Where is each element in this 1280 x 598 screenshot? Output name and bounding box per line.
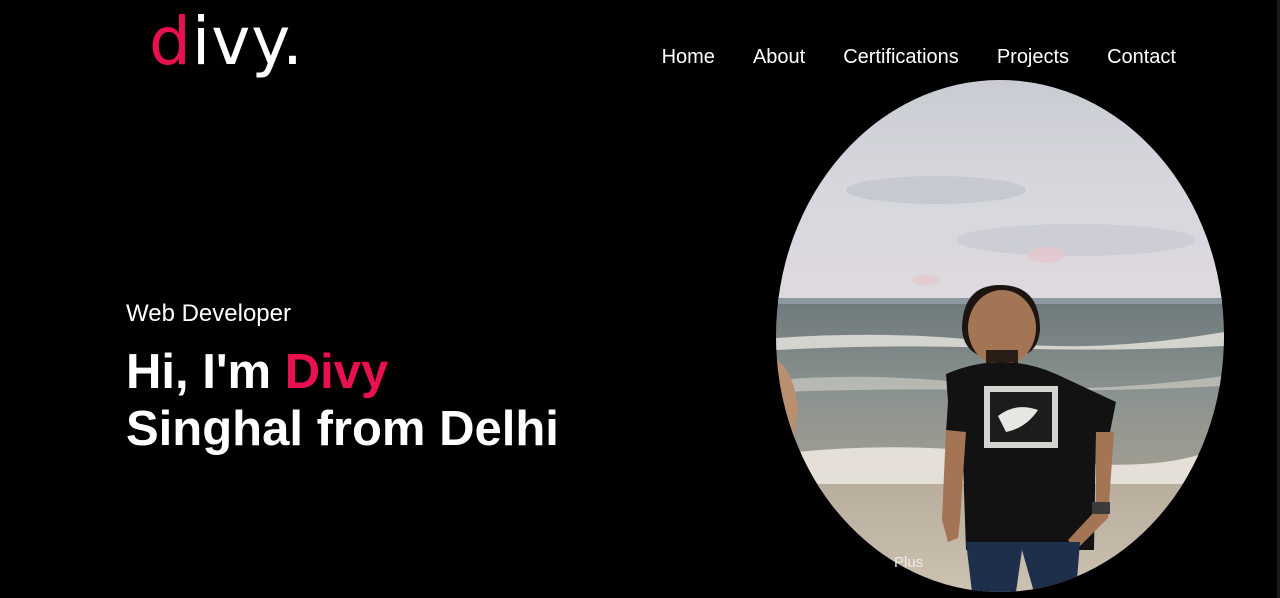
nav-link-contact[interactable]: Contact xyxy=(1107,44,1176,70)
site-logo[interactable]: divy. xyxy=(149,2,304,81)
logo-text: ivy. xyxy=(191,3,304,80)
hero-headline-line2: Singhal from Delhi xyxy=(126,402,559,456)
main-nav: Home About Certifications Projects Conta… xyxy=(624,44,1176,70)
logo-accent-letter: d xyxy=(149,3,192,80)
hero-subtitle: Web Developer xyxy=(126,300,291,327)
profile-photo xyxy=(776,80,1224,592)
hero-name-highlight: Divy xyxy=(284,345,389,399)
page: divy. Home About Certifications Projects… xyxy=(0,0,1280,598)
hero-greeting: Hi, I'm xyxy=(126,345,285,399)
photo-watermark: Plus xyxy=(894,554,924,571)
nav-link-about[interactable]: About xyxy=(753,44,805,70)
nav-link-home[interactable]: Home xyxy=(662,44,715,70)
nav-link-projects[interactable]: Projects xyxy=(997,44,1069,70)
nav-link-certifications[interactable]: Certifications xyxy=(843,44,959,70)
hero-section: Web Developer Hi, I'm Divy Singhal from … xyxy=(126,298,559,458)
hero-headline: Hi, I'm Divy Singhal from Delhi xyxy=(126,344,559,458)
